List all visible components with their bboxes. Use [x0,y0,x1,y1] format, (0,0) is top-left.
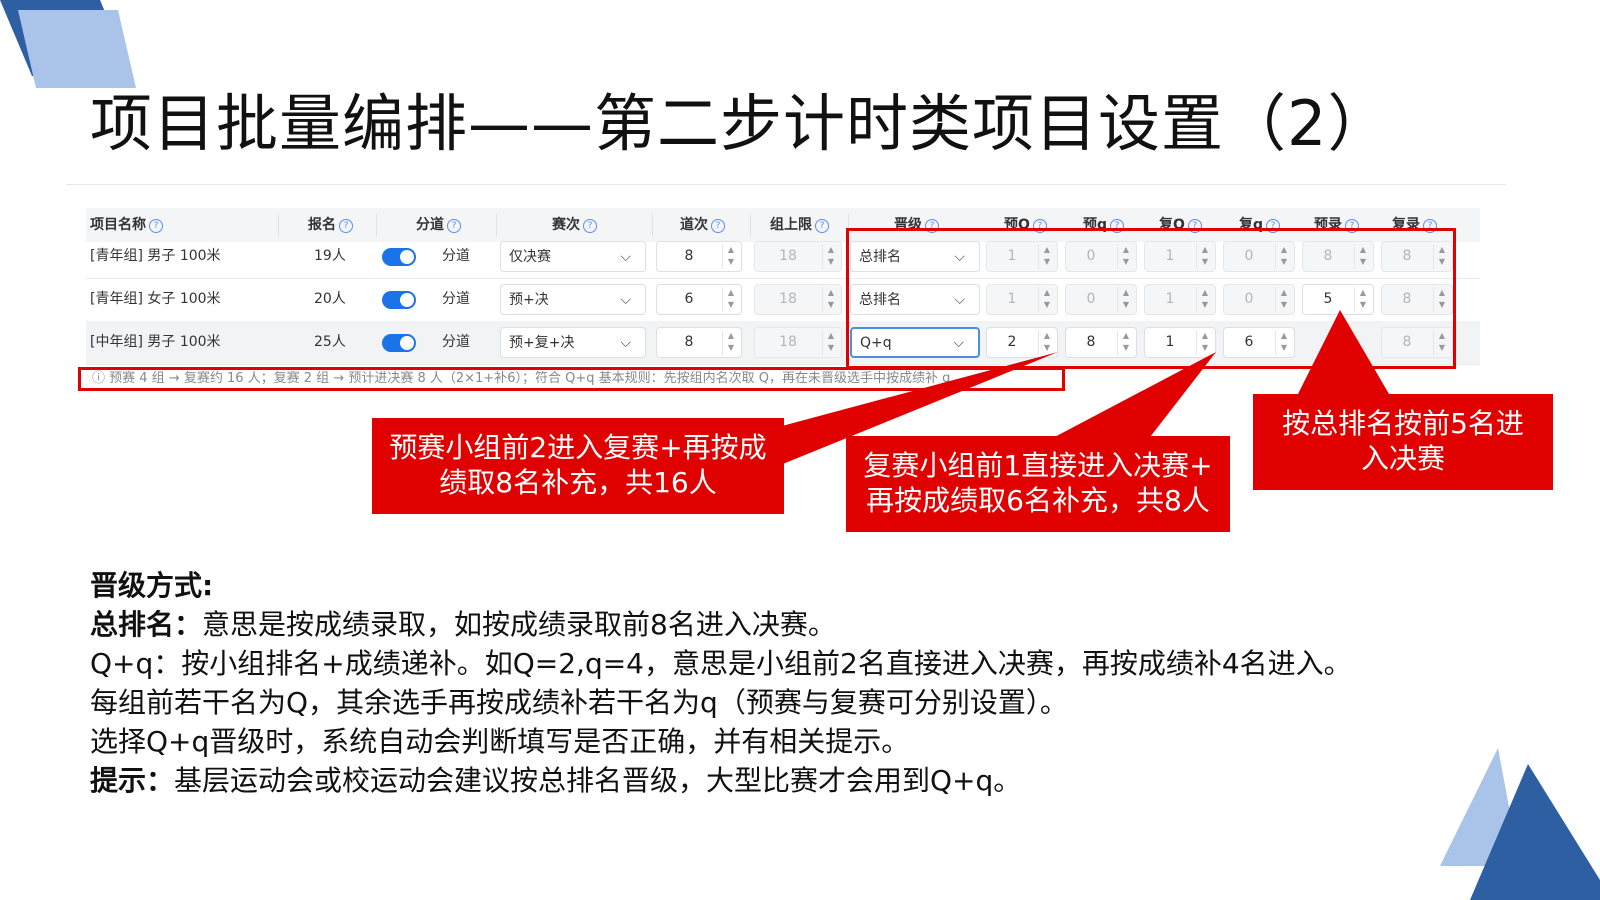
lane-count-stepper[interactable]: 8 ▲ ▼ [656,241,742,272]
notes-line: Q+q：按小组排名+成绩递补。如Q=2,q=4，意思是小组前2名直接进入决赛，再… [90,647,1352,680]
slide-title: 项目批量编排——第二步计时类项目设置（2） [90,87,1391,160]
advance-settings-highlight-frame [846,228,1456,369]
stepper-arrows-icon: ▲ ▼ [822,244,839,269]
registration-count: 25人 [314,334,346,350]
stepper-arrows-icon[interactable]: ▲ ▼ [722,330,739,355]
group-limit-stepper: 18 ▲ ▼ [754,327,842,358]
question-circle-icon[interactable]: ? [149,219,163,233]
header-divider [750,214,751,236]
group-limit-stepper: 18 ▲ ▼ [754,284,842,315]
lane-count-stepper[interactable]: 6 ▲ ▼ [656,284,742,315]
lane-label: 分道 [442,291,470,307]
callout-semifinal: 复赛小组前1直接进入决赛+ 再按成绩取6名补充，共8人 [846,436,1230,532]
lane-label: 分道 [442,248,470,264]
lane-toggle[interactable] [382,248,416,266]
round-select[interactable]: 预+决 ⌵ [500,284,646,315]
callout-prelim: 预赛小组前2进入复赛+再按成 绩取8名补充，共16人 [372,418,784,514]
header-divider [496,214,497,236]
notes-line: 选择Q+q晋级时，系统自动会判断填写是否正确，并有相关提示。 [90,725,910,758]
registration-count: 19人 [314,248,346,264]
callout-total-rank: 按总排名按前5名进 入决赛 [1253,394,1553,490]
project-name: [青年组] 男子 100米 [90,248,221,264]
lane-count-stepper[interactable]: 8 ▲ ▼ [656,327,742,358]
question-circle-icon[interactable]: ? [815,219,829,233]
question-circle-icon[interactable]: ? [339,219,353,233]
lane-toggle[interactable] [382,291,416,309]
stepper-arrows-icon: ▲ ▼ [822,287,839,312]
corner-decoration-top-left [0,0,136,88]
question-circle-icon[interactable]: ? [583,219,597,233]
question-circle-icon[interactable]: ? [711,219,725,233]
round-select[interactable]: 预+复+决 ⌵ [500,327,646,358]
project-name: [青年组] 女子 100米 [90,291,221,307]
stepper-arrows-icon[interactable]: ▲ ▼ [722,244,739,269]
header-divider [278,214,279,236]
advance-mode-notes: 晋级方式: 总排名：意思是按成绩录取，如按成绩录取前8名进入决赛。 Q+q：按小… [90,566,1352,800]
hint-highlight-frame [78,367,1065,391]
chevron-down-icon: ⌵ [620,249,631,265]
notes-line: 总排名：意思是按成绩录取，如按成绩录取前8名进入决赛。 [90,608,836,641]
project-name: [中年组] 男子 100米 [90,334,221,350]
notes-heading: 晋级方式: [90,569,214,602]
stepper-arrows-icon[interactable]: ▲ ▼ [722,287,739,312]
lane-toggle[interactable] [382,334,416,352]
registration-count: 20人 [314,291,346,307]
round-select[interactable]: 仅决赛 ⌵ [500,241,646,272]
header-divider [376,214,377,236]
chevron-down-icon: ⌵ [620,335,631,351]
chevron-down-icon: ⌵ [620,292,631,308]
notes-line: 每组前若干名为Q，其余选手再按成绩补若干名为q（预赛与复赛可分别设置）。 [90,686,1068,719]
notes-line: 提示：基层运动会或校运动会建议按总排名晋级，大型比赛才会用到Q+q。 [90,764,1022,797]
header-divider [652,214,653,236]
lane-label: 分道 [442,334,470,350]
question-circle-icon[interactable]: ? [447,219,461,233]
stepper-arrows-icon: ▲ ▼ [822,330,839,355]
group-limit-stepper: 18 ▲ ▼ [754,241,842,272]
